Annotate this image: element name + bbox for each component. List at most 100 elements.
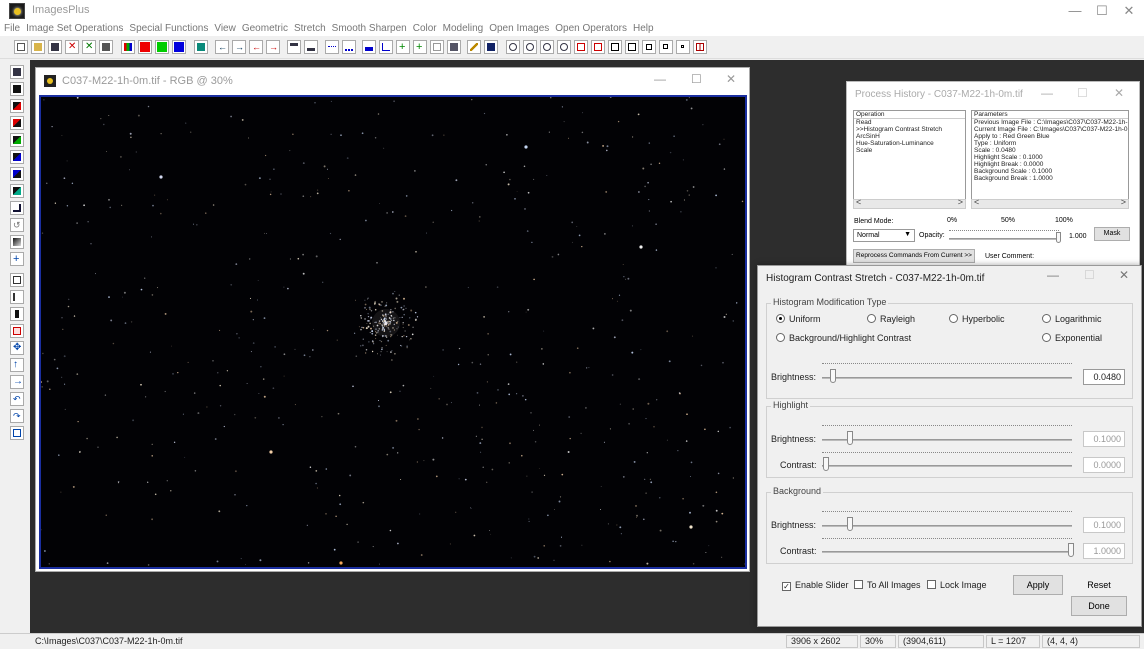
blue-balance-icon[interactable] [10, 167, 24, 181]
frame-medium-icon[interactable] [625, 40, 639, 54]
grid-icon[interactable] [430, 40, 444, 54]
process-history-window[interactable]: Process History - C037-M22-1h-0m.tif — ☐… [846, 81, 1140, 266]
frame-smaller-icon[interactable] [659, 40, 673, 54]
open-folder-icon[interactable] [31, 40, 45, 54]
lock-image-checkbox[interactable]: Lock Image [927, 580, 987, 590]
opacity-slider-thumb[interactable] [1056, 232, 1061, 243]
save-image-icon[interactable] [10, 65, 24, 79]
luminance-channel-icon[interactable] [194, 40, 208, 54]
operation-item[interactable]: >>Histogram Contrast Stretch [854, 126, 965, 133]
roi-remove-icon[interactable] [591, 40, 605, 54]
image-maximize-button[interactable]: ☐ [691, 72, 702, 86]
menu-special-functions[interactable]: Special Functions [126, 22, 211, 36]
copy-icon[interactable] [99, 40, 113, 54]
table-icon[interactable] [447, 40, 461, 54]
menu-view[interactable]: View [211, 22, 239, 36]
background-brightness-thumb[interactable] [847, 517, 853, 531]
image-window[interactable]: C037-M22-1h-0m.tif - RGB @ 30% — ☐ ✕ [35, 67, 750, 572]
operation-item[interactable]: ArcSinH [854, 133, 965, 140]
dotted-line-icon[interactable] [325, 40, 339, 54]
blend-mode-select[interactable]: Normal ▼ [853, 229, 915, 242]
hyperbolic-radio[interactable]: Hyperbolic [949, 314, 1005, 324]
arrow-left-icon[interactable]: ← [215, 40, 229, 54]
done-button[interactable]: Done [1071, 596, 1127, 616]
align-top-icon[interactable] [287, 40, 301, 54]
highlight-contrast-thumb[interactable] [823, 457, 829, 471]
brightness-value-field[interactable]: 0.0480 [1083, 369, 1125, 385]
operation-scrollbar[interactable]: < > [853, 197, 966, 209]
menu-smooth-sharpen[interactable]: Smooth Sharpen [329, 22, 410, 36]
background-contrast-track[interactable] [822, 551, 1072, 553]
parameters-scrollbar[interactable]: < > [971, 197, 1129, 209]
zoom-fit-icon[interactable] [540, 40, 554, 54]
rotate-icon[interactable]: ↺ [10, 218, 24, 232]
frame-grid-icon[interactable] [693, 40, 707, 54]
image-minimize-button[interactable]: — [654, 72, 666, 86]
black-point-icon[interactable] [10, 82, 24, 96]
opacity-slider-track[interactable] [949, 238, 1059, 240]
uniform-radio[interactable]: Uniform [776, 314, 821, 324]
highlight-contrast-track[interactable] [822, 465, 1072, 467]
red-adjust-icon[interactable] [10, 99, 24, 113]
teal-adjust-icon[interactable] [10, 184, 24, 198]
exponential-radio[interactable]: Exponential [1042, 333, 1102, 343]
red-select-icon[interactable] [10, 324, 24, 338]
background-highlight-radio[interactable]: Background/Highlight Contrast [776, 333, 911, 343]
green-channel-icon[interactable] [155, 40, 169, 54]
curve-icon[interactable] [379, 40, 393, 54]
arrow-right-icon[interactable]: → [232, 40, 246, 54]
highlight-brightness-thumb[interactable] [847, 431, 853, 445]
ph-minimize-button[interactable]: — [1041, 86, 1053, 100]
background-contrast-value[interactable]: 1.0000 [1083, 543, 1125, 559]
background-brightness-value[interactable]: 0.1000 [1083, 517, 1125, 533]
menu-stretch[interactable]: Stretch [291, 22, 329, 36]
highlight-brightness-value[interactable]: 0.1000 [1083, 431, 1125, 447]
logarithmic-radio[interactable]: Logarithmic [1042, 314, 1102, 324]
brightness-slider-track[interactable] [822, 377, 1072, 379]
menu-modeling[interactable]: Modeling [440, 22, 487, 36]
background-contrast-thumb[interactable] [1068, 543, 1074, 557]
image-close-button[interactable]: ✕ [726, 72, 736, 86]
crosshair-icon[interactable]: + [413, 40, 427, 54]
highlight-brightness-track[interactable] [822, 439, 1072, 441]
red-channel-icon[interactable] [138, 40, 152, 54]
blue-channel-icon[interactable] [172, 40, 186, 54]
star-center-icon[interactable]: + [10, 252, 24, 266]
menu-file[interactable]: File [0, 22, 23, 36]
menu-open-images[interactable]: Open Images [486, 22, 552, 36]
save-icon[interactable] [48, 40, 62, 54]
astro-image[interactable] [39, 95, 747, 569]
highlight-contrast-value[interactable]: 0.0000 [1083, 457, 1125, 473]
rayleigh-radio[interactable]: Rayleigh [867, 314, 915, 324]
frame-tiny-icon[interactable] [676, 40, 690, 54]
crop-icon[interactable] [10, 426, 24, 440]
enable-slider-checkbox[interactable]: ✓ Enable Slider [782, 580, 849, 591]
close-image-icon[interactable]: ✕ [65, 40, 79, 54]
brightness-slider-thumb[interactable] [830, 369, 836, 383]
hcs-maximize-button[interactable]: ☐ [1084, 268, 1095, 282]
frame-small-icon[interactable] [642, 40, 656, 54]
zoom-in-icon[interactable] [506, 40, 520, 54]
rgb-channels-icon[interactable] [121, 40, 135, 54]
arrow-right-red-icon[interactable]: → [266, 40, 280, 54]
align-bottom-icon[interactable] [304, 40, 318, 54]
histogram-contrast-stretch-dialog[interactable]: Histogram Contrast Stretch - C037-M22-1h… [757, 265, 1142, 627]
parameters-list[interactable]: Parameters Previous Image File : C:\Imag… [971, 110, 1129, 206]
fill-icon[interactable] [484, 40, 498, 54]
roi-add-icon[interactable] [574, 40, 588, 54]
red-balance-icon[interactable] [10, 116, 24, 130]
menu-image-set-operations[interactable]: Image Set Operations [23, 22, 126, 36]
ph-close-button[interactable]: ✕ [1114, 86, 1124, 100]
reset-button[interactable]: Reset [1071, 575, 1127, 595]
apply-button[interactable]: Apply [1013, 575, 1063, 595]
operation-item[interactable]: Hue-Saturation-Luminance [854, 140, 965, 147]
menu-open-operators[interactable]: Open Operators [552, 22, 630, 36]
mask-button[interactable]: Mask [1094, 227, 1130, 241]
corner-icon[interactable] [10, 201, 24, 215]
to-all-images-checkbox[interactable]: To All Images [854, 580, 921, 590]
operation-list[interactable]: Operation Read >>Histogram Contrast Stre… [853, 110, 966, 206]
blue-adjust-icon[interactable] [10, 150, 24, 164]
gradient-icon[interactable] [10, 235, 24, 249]
frame-large-icon[interactable] [608, 40, 622, 54]
vertical-bar-icon[interactable] [10, 307, 24, 321]
